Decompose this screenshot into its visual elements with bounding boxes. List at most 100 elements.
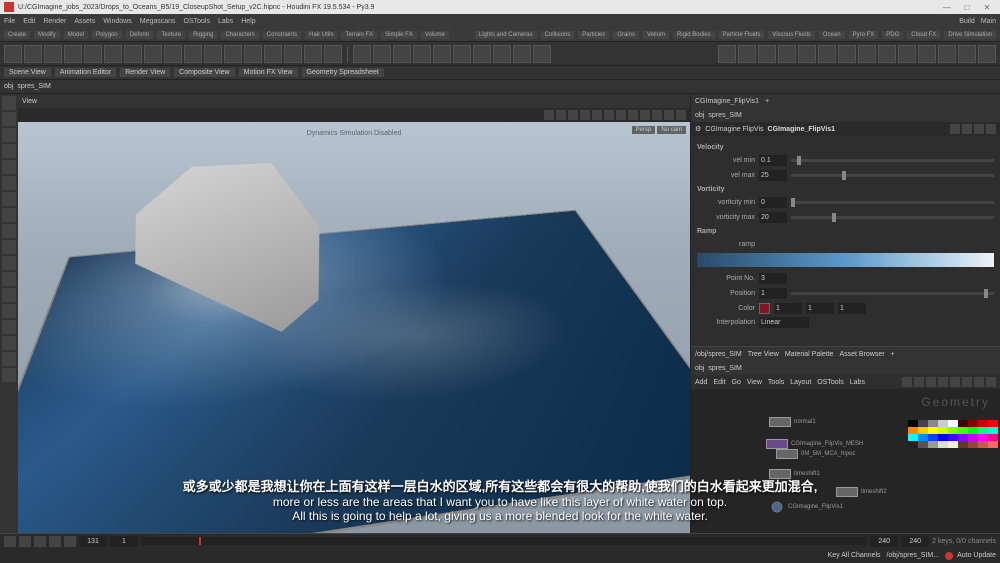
shelf-tool-guide-process[interactable] — [353, 45, 371, 63]
nm-tools[interactable]: Tools — [768, 379, 784, 386]
left-tool-10[interactable] — [2, 256, 16, 270]
left-tool-5[interactable] — [2, 176, 16, 190]
palette-swatch-0[interactable] — [908, 420, 918, 427]
palette-swatch-6[interactable] — [968, 420, 978, 427]
vp-display-icon-11[interactable] — [676, 110, 686, 120]
val-color-b[interactable]: 1 — [838, 303, 866, 314]
shelf-tool-platonic[interactable] — [184, 45, 202, 63]
menu-assets[interactable]: Assets — [74, 18, 95, 25]
shelf-tool-stereo-camera[interactable] — [898, 45, 916, 63]
shelf-tool-l-system[interactable] — [284, 45, 302, 63]
shelf-constraints[interactable]: Constraints — [263, 31, 301, 39]
vp-tab-view[interactable]: View — [22, 98, 37, 105]
network-tool-icon-0[interactable] — [902, 377, 912, 387]
shelf-tool-switcher[interactable] — [958, 45, 976, 63]
network-tool-icon-2[interactable] — [926, 377, 936, 387]
network-tool-icon-1[interactable] — [914, 377, 924, 387]
network-tool-icon-5[interactable] — [962, 377, 972, 387]
shelf-texture[interactable]: Texture — [157, 31, 185, 39]
shelf-characters[interactable]: Characters — [221, 31, 258, 39]
left-tool-15[interactable] — [2, 336, 16, 350]
left-tool-7[interactable] — [2, 208, 16, 222]
play-button[interactable] — [34, 536, 46, 547]
shelf-deform[interactable]: Deform — [126, 31, 154, 39]
shelf-cloud[interactable]: Cloud FX — [907, 31, 940, 39]
left-tool-1[interactable] — [2, 112, 16, 126]
vp-display-icon-2[interactable] — [568, 110, 578, 120]
pane-composite[interactable]: Composite View — [174, 68, 234, 77]
current-frame[interactable]: 131 — [79, 536, 107, 547]
shelf-tool-spot-light[interactable] — [778, 45, 796, 63]
val-vortmin[interactable]: 0 — [759, 197, 787, 208]
network-tool-icon-6[interactable] — [974, 377, 984, 387]
nt-material[interactable]: Material Palette — [785, 351, 834, 358]
shelf-tool-portal-light[interactable] — [858, 45, 876, 63]
shelf-tool-metaball[interactable] — [304, 45, 322, 63]
palette-swatch-27[interactable] — [908, 441, 918, 448]
palette-swatch-13[interactable] — [948, 427, 958, 434]
shelf-tool-lift[interactable] — [533, 45, 551, 63]
left-tool-14[interactable] — [2, 320, 16, 334]
cam-dropdown[interactable]: No cam — [657, 126, 686, 134]
vp-display-icon-4[interactable] — [592, 110, 602, 120]
vp-display-icon-3[interactable] — [580, 110, 590, 120]
menu-render[interactable]: Render — [43, 18, 66, 25]
nt-add[interactable]: + — [891, 351, 895, 358]
left-tool-11[interactable] — [2, 272, 16, 286]
nm-edit[interactable]: Edit — [713, 379, 725, 386]
shelf-tool-sky-light[interactable] — [838, 45, 856, 63]
shelf-tool-simulate[interactable] — [393, 45, 411, 63]
param-header-icon-3[interactable] — [986, 124, 996, 134]
step-back-button[interactable] — [19, 536, 31, 547]
palette-swatch-18[interactable] — [908, 434, 918, 441]
play-end-button[interactable] — [64, 536, 76, 547]
shelf-tool-ambient-light[interactable] — [978, 45, 996, 63]
palette-swatch-9[interactable] — [908, 427, 918, 434]
shelf-tool-spray-paint[interactable] — [244, 45, 262, 63]
nm-add[interactable]: Add — [695, 379, 707, 386]
left-tool-4[interactable] — [2, 160, 16, 174]
shelf-tool-geo-light[interactable] — [758, 45, 776, 63]
palette-swatch-8[interactable] — [988, 420, 998, 427]
step-fwd-button[interactable] — [49, 536, 61, 547]
shelf-tool-extend[interactable] — [513, 45, 531, 63]
timeline-track[interactable] — [141, 537, 867, 545]
param-tab-node[interactable]: CGImagine_FlipVis1 — [695, 98, 759, 105]
palette-swatch-3[interactable] — [938, 420, 948, 427]
menu-file[interactable]: File — [4, 18, 15, 25]
val-vortmax[interactable]: 20 — [759, 212, 787, 223]
shelf-tool-point-light[interactable] — [718, 45, 736, 63]
close-button[interactable]: ✕ — [978, 1, 996, 13]
slider-position[interactable] — [791, 292, 994, 295]
shelf-simplefx[interactable]: Simple FX — [381, 31, 417, 39]
np-obj[interactable]: obj — [695, 365, 704, 372]
palette-swatch-14[interactable] — [958, 427, 968, 434]
network-tool-icon-3[interactable] — [938, 377, 948, 387]
palette-swatch-11[interactable] — [928, 427, 938, 434]
palette-swatch-17[interactable] — [988, 427, 998, 434]
shelf-tool-box[interactable] — [4, 45, 22, 63]
palette-swatch-26[interactable] — [988, 434, 998, 441]
val-pointno[interactable]: 3 — [759, 273, 787, 284]
color-swatch[interactable] — [759, 303, 770, 314]
shelf-hair[interactable]: Hair Utils — [305, 31, 337, 39]
palette-swatch-28[interactable] — [918, 441, 928, 448]
left-tool-9[interactable] — [2, 240, 16, 254]
shelf-tool-curve[interactable] — [164, 45, 182, 63]
palette-swatch-2[interactable] — [928, 420, 938, 427]
vp-display-icon-10[interactable] — [664, 110, 674, 120]
gear-icon[interactable]: ⚙ — [695, 125, 701, 133]
node-normal1[interactable]: normal1 — [769, 417, 816, 427]
palette-swatch-19[interactable] — [918, 434, 928, 441]
pane-animeditor[interactable]: Animation Editor — [55, 68, 116, 77]
shelf-tool-cut[interactable] — [493, 45, 511, 63]
color-ramp[interactable] — [697, 253, 994, 267]
palette-swatch-21[interactable] — [938, 434, 948, 441]
palette-swatch-5[interactable] — [958, 420, 968, 427]
pane-spreadsheet[interactable]: Geometry Spreadsheet — [302, 68, 384, 77]
path-obj[interactable]: obj — [4, 83, 13, 90]
palette-swatch-7[interactable] — [978, 420, 988, 427]
slider-vortmin[interactable] — [791, 201, 994, 204]
vp-display-icon-1[interactable] — [556, 110, 566, 120]
pp-obj[interactable]: obj — [695, 112, 704, 119]
